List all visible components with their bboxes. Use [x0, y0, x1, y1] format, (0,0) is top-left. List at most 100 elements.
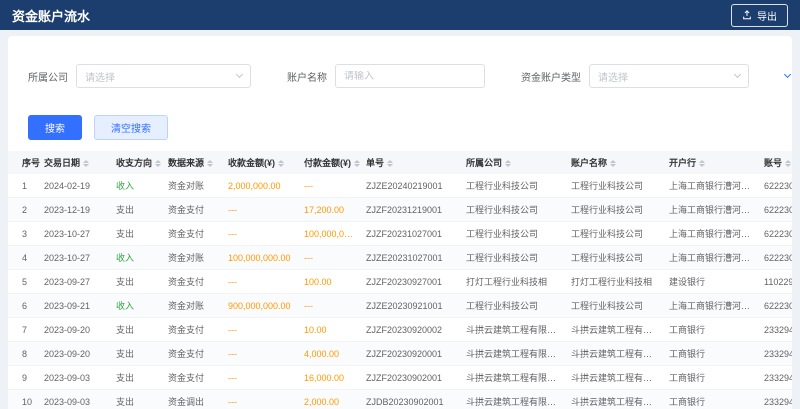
cell-transaction-date: 2023-09-03 — [40, 366, 112, 390]
table-row[interactable]: 72023-09-20支出资金支付---10.00ZJZF20230920002… — [8, 318, 792, 342]
table-row[interactable]: 102023-09-03支出资金调出---2,000.00ZJDB2023090… — [8, 390, 792, 409]
cell-direction: 收入 — [112, 246, 164, 270]
col-header-company[interactable]: 所属公司 — [462, 151, 567, 174]
cell-company: 工程行业科技公司 — [462, 294, 567, 318]
cell-data-source: 资金调出 — [164, 390, 224, 409]
cell-bank: 工商银行 — [665, 390, 760, 409]
col-header-bank[interactable]: 开户行 — [665, 151, 760, 174]
table-row[interactable]: 62023-09-21收入资金对账900,000,000.00---ZJZE20… — [8, 294, 792, 318]
cell-receipt-amount: 900,000,000.00 — [224, 294, 300, 318]
cell-company: 斗拱云建筑工程有限公司 — [462, 366, 567, 390]
cell-order-no: ZJDB20230902001 — [362, 390, 462, 409]
cell-payment-amount: 100,000,000.00 — [300, 222, 362, 246]
filter-actions: 搜索 清空搜索 — [8, 106, 792, 147]
cell-account-no: 11022982... — [760, 270, 792, 294]
table-row[interactable]: 52023-09-27支出资金支付---100.00ZJZF2023092700… — [8, 270, 792, 294]
sort-icon — [354, 160, 360, 167]
table-row[interactable]: 92023-09-03支出资金支付---16,000.00ZJZF2023090… — [8, 366, 792, 390]
cell-order-no: ZJZE20230921001 — [362, 294, 462, 318]
clear-search-button[interactable]: 清空搜索 — [94, 115, 168, 140]
account-name-input[interactable] — [344, 71, 476, 82]
account-type-select-placeholder: 请选择 — [598, 69, 628, 84]
cell-bank: 工商银行 — [665, 318, 760, 342]
cell-order-no: ZJZF20230927001 — [362, 270, 462, 294]
cell-bank: 建设银行 — [665, 270, 760, 294]
col-header-label: 账号 — [764, 158, 782, 168]
table-row[interactable]: 42023-10-27收入资金对账100,000,000.00---ZJZE20… — [8, 246, 792, 270]
cell-direction: 支出 — [112, 342, 164, 366]
cell-direction: 支出 — [112, 390, 164, 409]
cell-data-source: 资金支付 — [164, 342, 224, 366]
cell-payment-amount: 4,000.00 — [300, 342, 362, 366]
export-button[interactable]: 导出 — [731, 4, 788, 27]
cell-account-name: 打灯工程行业科技相 — [567, 270, 665, 294]
col-header-account-no[interactable]: 账号 — [760, 151, 792, 174]
cell-transaction-date: 2023-09-20 — [40, 342, 112, 366]
cell-direction: 支出 — [112, 222, 164, 246]
col-header-account-name[interactable]: 账户名称 — [567, 151, 665, 174]
table-row[interactable]: 32023-10-27支出资金支付---100,000,000.00ZJZF20… — [8, 222, 792, 246]
account-type-select[interactable]: 请选择 — [589, 64, 749, 88]
cell-direction: 收入 — [112, 174, 164, 198]
col-header-payment-amount[interactable]: 付款金额(¥) — [300, 151, 362, 174]
company-select[interactable]: 请选择 — [76, 64, 251, 88]
export-icon — [742, 10, 752, 20]
chevron-down-icon — [236, 71, 243, 78]
cell-order-no: ZJZF20230920002 — [362, 318, 462, 342]
cell-transaction-date: 2023-09-21 — [40, 294, 112, 318]
cell-order-no: ZJZF20231219001 — [362, 198, 462, 222]
expand-filters-link[interactable]: 展开筛选 — [785, 46, 792, 106]
flow-table: 序号交易日期收支方向数据来源收款金额(¥)付款金额(¥)单号所属公司账户名称 开户… — [8, 151, 792, 409]
sort-icon — [83, 160, 89, 167]
cell-payment-amount: 10.00 — [300, 318, 362, 342]
cell-company: 工程行业科技公司 — [462, 222, 567, 246]
col-header-order-no[interactable]: 单号 — [362, 151, 462, 174]
cell-direction: 支出 — [112, 198, 164, 222]
fund-account-flow-page: 资金账户流水 导出 所属公司 请选择 账户名称 — [0, 0, 800, 409]
cell-company: 斗拱云建筑工程有限公司 — [462, 390, 567, 409]
export-label: 导出 — [757, 8, 777, 23]
cell-index: 2 — [8, 198, 40, 222]
search-button[interactable]: 搜索 — [28, 115, 82, 140]
cell-bank: 上海工商银行漕河区支行 — [665, 294, 760, 318]
cell-receipt-amount: 2,000,000.00 — [224, 174, 300, 198]
cell-data-source: 资金对账 — [164, 294, 224, 318]
table-row[interactable]: 22023-12-19支出资金支付---17,200.00ZJZF2023121… — [8, 198, 792, 222]
page-header: 资金账户流水 导出 — [0, 0, 800, 30]
cell-receipt-amount: --- — [224, 390, 300, 409]
cell-index: 6 — [8, 294, 40, 318]
cell-order-no: ZJZF20231027001 — [362, 222, 462, 246]
sort-icon — [505, 160, 511, 167]
table-row[interactable]: 12024-02-19收入资金对账2,000,000.00---ZJZE2024… — [8, 174, 792, 198]
chevron-down-icon — [784, 71, 791, 78]
cell-bank: 工商银行 — [665, 366, 760, 390]
cell-account-name: 斗拱云建筑工程有限公司 — [567, 342, 665, 366]
content-card: 所属公司 请选择 账户名称 资金账户类型 请选择 — [8, 36, 792, 409]
cell-receipt-amount: --- — [224, 222, 300, 246]
cell-payment-amount: 16,000.00 — [300, 366, 362, 390]
col-header-label: 序号 — [22, 158, 40, 168]
cell-order-no: ZJZF20230902001 — [362, 366, 462, 390]
cell-transaction-date: 2023-09-27 — [40, 270, 112, 294]
cell-data-source: 资金支付 — [164, 270, 224, 294]
cell-account-name: 工程行业科技公司 — [567, 222, 665, 246]
cell-direction: 支出 — [112, 318, 164, 342]
col-header-label: 账户名称 — [571, 158, 607, 168]
col-header-transaction-date[interactable]: 交易日期 — [40, 151, 112, 174]
col-header-direction[interactable]: 收支方向 — [112, 151, 164, 174]
cell-receipt-amount: --- — [224, 198, 300, 222]
cell-data-source: 资金支付 — [164, 222, 224, 246]
cell-company: 工程行业科技公司 — [462, 198, 567, 222]
col-header-data-source[interactable]: 数据来源 — [164, 151, 224, 174]
col-header-receipt-amount[interactable]: 收款金额(¥) — [224, 151, 300, 174]
sort-icon — [610, 160, 616, 167]
cell-account-name: 工程行业科技公司 — [567, 198, 665, 222]
table-row[interactable]: 82023-09-20支出资金支付---4,000.00ZJZF20230920… — [8, 342, 792, 366]
cell-index: 8 — [8, 342, 40, 366]
page-title: 资金账户流水 — [12, 6, 90, 25]
cell-payment-amount: 17,200.00 — [300, 198, 362, 222]
cell-transaction-date: 2023-09-20 — [40, 318, 112, 342]
cell-company: 斗拱云建筑工程有限公司 — [462, 342, 567, 366]
cell-order-no: ZJZE20231027001 — [362, 246, 462, 270]
table-header-row: 序号交易日期收支方向数据来源收款金额(¥)付款金额(¥)单号所属公司账户名称 开户… — [8, 151, 792, 174]
